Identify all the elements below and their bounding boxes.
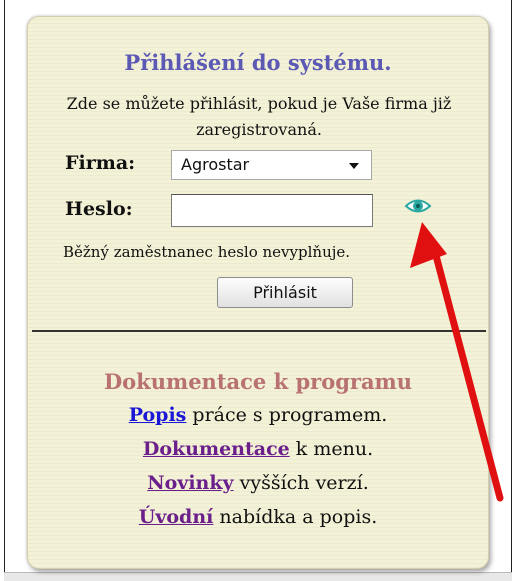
docs-item-popis: Popis práce s programem.	[28, 403, 488, 427]
docs-title: Dokumentace k programu	[103, 369, 413, 394]
docs-item-novinky: Novinky vyšších verzí.	[28, 471, 488, 495]
login-title: Přihlášení do systému.	[124, 50, 392, 75]
popis-link[interactable]: Popis	[129, 404, 187, 426]
docs-item-text: nabídka a popis.	[213, 506, 378, 528]
chevron-down-icon	[349, 163, 359, 169]
docs-item-text: vyšších verzí.	[233, 472, 369, 494]
password-field[interactable]	[171, 194, 373, 227]
divider	[32, 330, 486, 332]
dokumentace-link[interactable]: Dokumentace	[143, 438, 290, 460]
docs-item-uvodni: Úvodní nabídka a popis.	[28, 505, 488, 529]
login-button[interactable]: Přihlásit	[217, 277, 353, 308]
eye-icon[interactable]	[404, 196, 432, 216]
firma-label: Firma:	[65, 152, 136, 174]
login-intro-text: Zde se můžete přihlásit, pokud je Vaše f…	[66, 94, 452, 139]
firma-select-value: Agrostar	[181, 155, 250, 174]
docs-item-dokumentace: Dokumentace k menu.	[28, 437, 488, 461]
docs-item-text: práce s programem.	[186, 404, 388, 426]
firma-select[interactable]: Agrostar	[171, 150, 372, 180]
login-panel: Přihlášení do systému. Zde se můžete při…	[27, 16, 489, 569]
docs-item-text: k menu.	[289, 438, 374, 460]
novinky-link[interactable]: Novinky	[147, 472, 233, 494]
heslo-label: Heslo:	[65, 198, 133, 220]
uvodni-link[interactable]: Úvodní	[139, 506, 214, 528]
password-note: Běžný zaměstnanec heslo nevyplňuje.	[63, 243, 351, 261]
